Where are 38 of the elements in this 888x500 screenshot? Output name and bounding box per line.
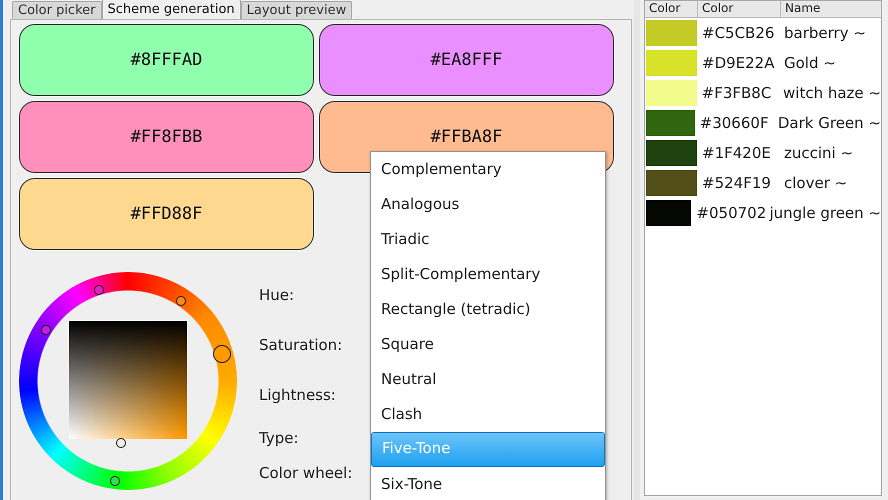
dropdown-option[interactable]: Clash xyxy=(371,397,605,432)
column-header[interactable]: Color xyxy=(645,1,698,17)
tab[interactable]: Layout preview xyxy=(240,1,352,19)
table-cell: barberry ~ xyxy=(784,24,866,42)
field-label: Type: xyxy=(259,429,300,449)
field-label: Lightness: xyxy=(259,386,337,406)
color-swatch[interactable]: #FF8FBB xyxy=(19,101,314,173)
dropdown-option[interactable]: Triadic xyxy=(371,222,605,257)
table-cell-text: #30660F xyxy=(698,114,770,132)
table-cell-text: #524F19 xyxy=(701,174,772,192)
column-header[interactable]: Name xyxy=(781,1,881,17)
table-cell-text: #1F420E xyxy=(701,144,772,162)
table-cell: jungle green ~ xyxy=(769,204,881,222)
tab[interactable]: Color picker xyxy=(12,1,102,19)
table-cell-text: #050702 xyxy=(695,204,768,222)
field-label: Color wheel: xyxy=(259,464,352,484)
table-cell: clover ~ xyxy=(784,174,848,192)
dropdown-option[interactable]: Rectangle (tetradic) xyxy=(371,292,605,327)
field-label: Hue: xyxy=(259,286,296,306)
dropdown-option[interactable]: Square xyxy=(371,327,605,362)
table-cell-text: #D9E22A xyxy=(701,54,776,72)
tab[interactable]: Scheme generation xyxy=(102,0,241,19)
table-cell: Gold ~ xyxy=(784,54,836,72)
color-swatch[interactable]: #FFD88F xyxy=(19,178,314,250)
color-swatch[interactable]: #8FFFAD xyxy=(19,24,314,96)
color-swatch[interactable]: #EA8FFF xyxy=(319,24,614,96)
dropdown-option[interactable]: Split-Complementary xyxy=(371,257,605,292)
table-cell: zuccini ~ xyxy=(784,144,854,162)
table-cell-text: #F3FB8C xyxy=(700,84,772,102)
dropdown-option[interactable]: Neutral xyxy=(371,362,605,397)
dropdown-option[interactable]: Six-Tone xyxy=(371,467,605,500)
saturation-lightness-square[interactable] xyxy=(69,321,187,439)
field-label: Saturation: xyxy=(259,336,344,356)
dropdown-option[interactable]: Analogous xyxy=(371,187,605,222)
table-cell: Dark Green ~ xyxy=(778,114,881,132)
column-header[interactable]: Color xyxy=(698,1,781,17)
table-cell-text: #C5CB26 xyxy=(701,24,776,42)
table-cell: witch haze ~ xyxy=(783,84,881,102)
